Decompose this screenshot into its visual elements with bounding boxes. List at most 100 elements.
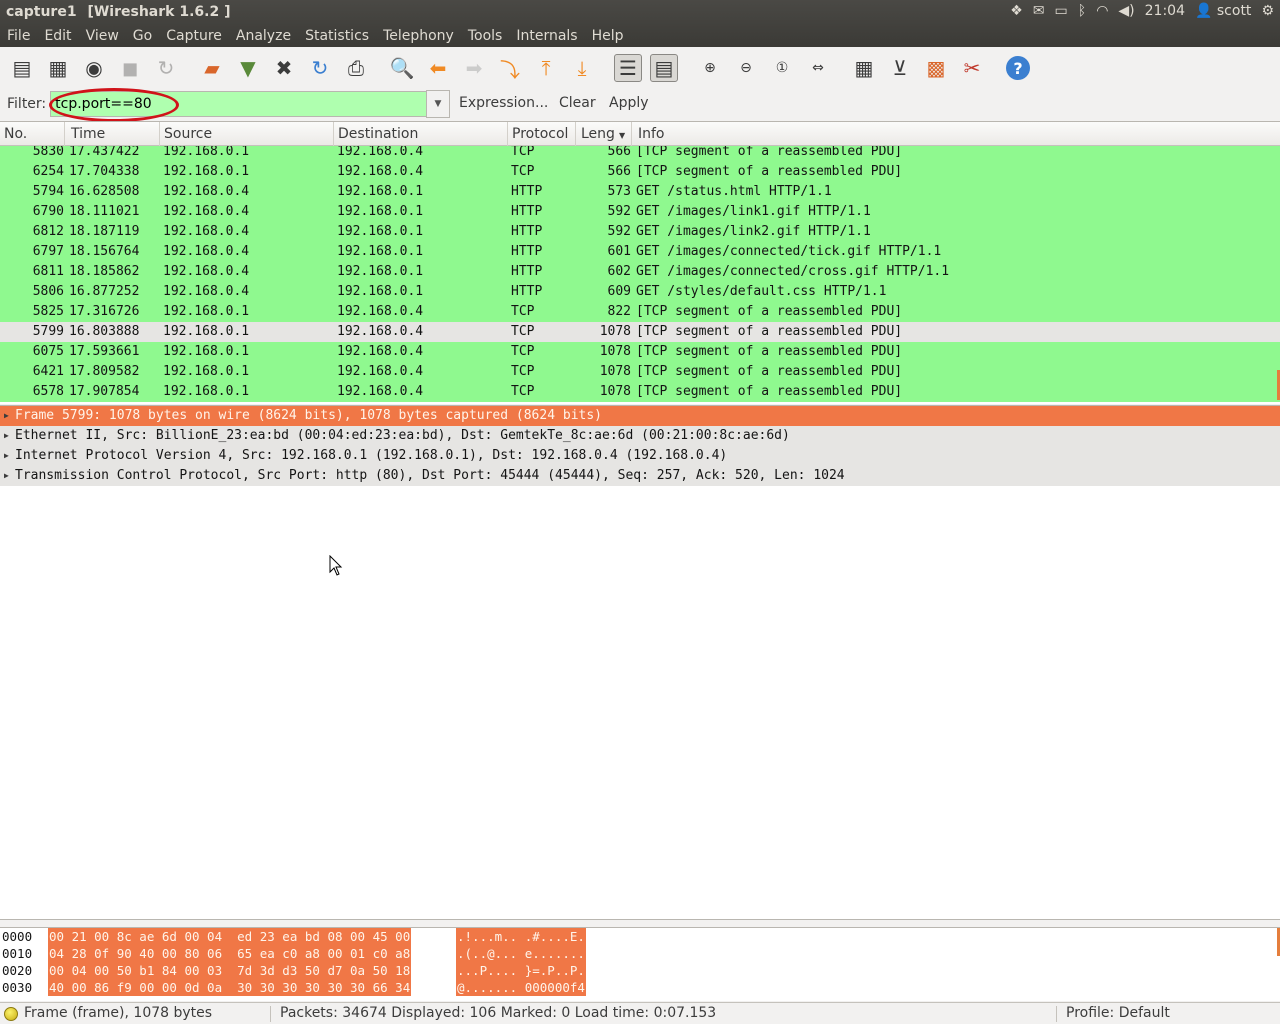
find-packet-icon[interactable]: 🔍 (388, 54, 416, 82)
byte-row[interactable]: 0030 40 00 86 f9 00 00 0d 0a 30 30 30 30 … (0, 979, 1280, 996)
expander-arrow-icon[interactable]: ▶ (4, 446, 9, 466)
column-info[interactable]: Info (632, 122, 1280, 146)
coloring-rules-icon[interactable]: ▩ (922, 54, 950, 82)
packet-list[interactable]: 5830 17.437422 192.168.0.1 192.168.0.4 TCP 56… (0, 121, 1280, 404)
packet-destination: 192.168.0.4 (337, 344, 424, 359)
sort-descending-icon: ▼ (618, 131, 626, 140)
packet-row[interactable]: 6254 17.704338 192.168.0.1 192.168.0.4 TCP 56… (0, 162, 1280, 182)
save-file-icon[interactable]: ▼ (234, 54, 262, 82)
packet-row[interactable]: 6797 18.156764 192.168.0.4 192.168.0.1 HTTP 6… (0, 242, 1280, 262)
packet-source: 192.168.0.1 (163, 384, 250, 399)
expander-arrow-icon[interactable]: ▶ (4, 426, 9, 446)
menu-view[interactable]: View (79, 26, 126, 46)
packet-time: 17.704338 (69, 164, 140, 179)
menu-help[interactable]: Help (585, 26, 631, 46)
filter-input[interactable] (55, 95, 416, 113)
stop-capture-icon[interactable]: ◼ (116, 54, 144, 82)
menu-analyze[interactable]: Analyze (229, 26, 298, 46)
expression-button[interactable]: Expression... (459, 95, 548, 111)
packet-row[interactable]: 5794 16.628508 192.168.0.4 192.168.0.1 HTTP 5… (0, 182, 1280, 202)
expert-info-icon[interactable] (4, 1007, 18, 1021)
preferences-icon[interactable]: ✂ (958, 54, 986, 82)
apply-button[interactable]: Apply (609, 95, 649, 111)
detail-tree-item[interactable]: ▶ Ethernet II, Src: BillionE_23:ea:bd (00… (0, 426, 1280, 446)
byte-row[interactable]: 0000 00 21 00 8c ae 6d 00 04 ed 23 ea bd … (0, 928, 1280, 945)
detail-tree-item[interactable]: ▶ Frame 5799: 1078 bytes on wire (8624 bi… (0, 406, 1280, 426)
packet-row[interactable]: 5799 16.803888 192.168.0.1 192.168.0.4 TCP 10… (0, 322, 1280, 342)
packet-row[interactable]: 6811 18.185862 192.168.0.4 192.168.0.1 HTTP 6… (0, 262, 1280, 282)
packet-bytes[interactable]: 0000 00 21 00 8c ae 6d 00 04 ed 23 ea bd … (0, 927, 1280, 1001)
clear-button[interactable]: Clear (559, 95, 596, 111)
gear-icon[interactable]: ⚙ (1261, 3, 1274, 19)
capture-filters-icon[interactable]: ▦ (850, 54, 878, 82)
status-profile[interactable]: Profile: Default (1066, 1005, 1170, 1021)
zoom-out-icon[interactable]: ⊖ (732, 54, 760, 82)
reload-icon[interactable]: ↻ (306, 54, 334, 82)
packet-row[interactable]: 6578 17.907854 192.168.0.1 192.168.0.4 TCP 10… (0, 382, 1280, 402)
user-menu[interactable]: 👤 scott (1195, 3, 1251, 19)
column-no[interactable]: No. (0, 122, 65, 146)
capture-options-icon[interactable]: ▦ (44, 54, 72, 82)
column-length[interactable]: Leng ▼ (576, 122, 632, 146)
go-last-icon[interactable]: ⤓ (568, 54, 596, 82)
autoscroll-icon[interactable]: ▤ (650, 54, 678, 82)
packet-row[interactable]: 5825 17.316726 192.168.0.1 192.168.0.4 TCP 82… (0, 302, 1280, 322)
packet-row[interactable]: 5806 16.877252 192.168.0.4 192.168.0.1 HTTP 6… (0, 282, 1280, 302)
filter-dropdown-button[interactable]: ▼ (426, 90, 450, 118)
battery-icon[interactable]: ▭ (1055, 3, 1068, 19)
packet-row[interactable]: 6075 17.593661 192.168.0.1 192.168.0.4 TCP 10… (0, 342, 1280, 362)
column-protocol[interactable]: Protocol (508, 122, 576, 146)
interface-list-icon[interactable]: ▤ (8, 54, 36, 82)
byte-row[interactable]: 0020 00 04 00 50 b1 84 00 03 7d 3d d3 50 … (0, 962, 1280, 979)
column-time[interactable]: Time (65, 122, 160, 146)
menu-go[interactable]: Go (126, 26, 159, 46)
mail-icon[interactable]: ✉ (1033, 3, 1045, 19)
print-icon[interactable]: ⎙ (342, 54, 370, 82)
restart-capture-icon[interactable]: ↻ (152, 54, 180, 82)
packet-row[interactable]: 6812 18.187119 192.168.0.4 192.168.0.1 HTTP 5… (0, 222, 1280, 242)
go-back-icon[interactable]: ⬅ (424, 54, 452, 82)
wifi-icon[interactable]: ◠ (1096, 3, 1108, 19)
help-icon[interactable]: ? (1004, 54, 1032, 82)
menu-telephony[interactable]: Telephony (376, 26, 461, 46)
bluetooth-icon[interactable]: ᛒ (1078, 3, 1086, 19)
go-forward-icon[interactable]: ➡ (460, 54, 488, 82)
volume-icon[interactable]: ◀) (1118, 3, 1134, 19)
menu-statistics[interactable]: Statistics (298, 26, 376, 46)
byte-hex: 40 00 86 f9 00 00 0d 0a 30 30 30 30 30 3… (48, 979, 412, 996)
column-destination[interactable]: Destination (334, 122, 508, 146)
go-first-icon[interactable]: ⤒ (532, 54, 560, 82)
open-file-icon[interactable]: ▰ (198, 54, 226, 82)
packet-time: 16.877252 (69, 284, 140, 299)
packet-row[interactable]: 6790 18.111021 192.168.0.4 192.168.0.1 HTTP 5… (0, 202, 1280, 222)
close-file-icon[interactable]: ✖ (270, 54, 298, 82)
detail-tree-item[interactable]: ▶ Transmission Control Protocol, Src Port… (0, 466, 1280, 486)
packet-no: 6421 (32, 364, 64, 379)
menu-internals[interactable]: Internals (509, 26, 584, 46)
packet-row[interactable]: 6421 17.809582 192.168.0.1 192.168.0.4 TCP 10… (0, 362, 1280, 382)
zoom-in-icon[interactable]: ⊕ (696, 54, 724, 82)
colorize-icon[interactable]: ☰ (614, 54, 642, 82)
packet-info: GET /status.html HTTP/1.1 (636, 184, 832, 199)
column-source[interactable]: Source (160, 122, 334, 146)
normal-size-icon[interactable]: ① (768, 54, 796, 82)
start-capture-icon[interactable]: ◉ (80, 54, 108, 82)
menu-capture[interactable]: Capture (159, 26, 229, 46)
menu-file[interactable]: File (0, 26, 37, 46)
expander-arrow-icon[interactable]: ▶ (4, 466, 9, 486)
packet-destination: 192.168.0.1 (337, 184, 424, 199)
status-frame: Frame (frame), 1078 bytes (24, 1005, 213, 1021)
expander-arrow-icon[interactable]: ▶ (4, 406, 9, 426)
clock[interactable]: 21:04 (1145, 3, 1185, 19)
packet-protocol: TCP (511, 164, 535, 179)
resize-columns-icon[interactable]: ⇔ (804, 54, 832, 82)
filter-field[interactable] (50, 91, 451, 117)
detail-tree-item[interactable]: ▶ Internet Protocol Version 4, Src: 192.1… (0, 446, 1280, 466)
dropbox-icon[interactable]: ❖ (1010, 3, 1023, 19)
menu-edit[interactable]: Edit (37, 26, 78, 46)
byte-row[interactable]: 0010 04 28 0f 90 40 00 80 06 65 ea c0 a8 … (0, 945, 1280, 962)
packet-details[interactable]: ▶ Frame 5799: 1078 bytes on wire (8624 bi… (0, 405, 1280, 920)
display-filters-icon[interactable]: ⊻ (886, 54, 914, 82)
menu-tools[interactable]: Tools (461, 26, 510, 46)
go-to-packet-icon[interactable]: ⤵ (496, 54, 524, 82)
